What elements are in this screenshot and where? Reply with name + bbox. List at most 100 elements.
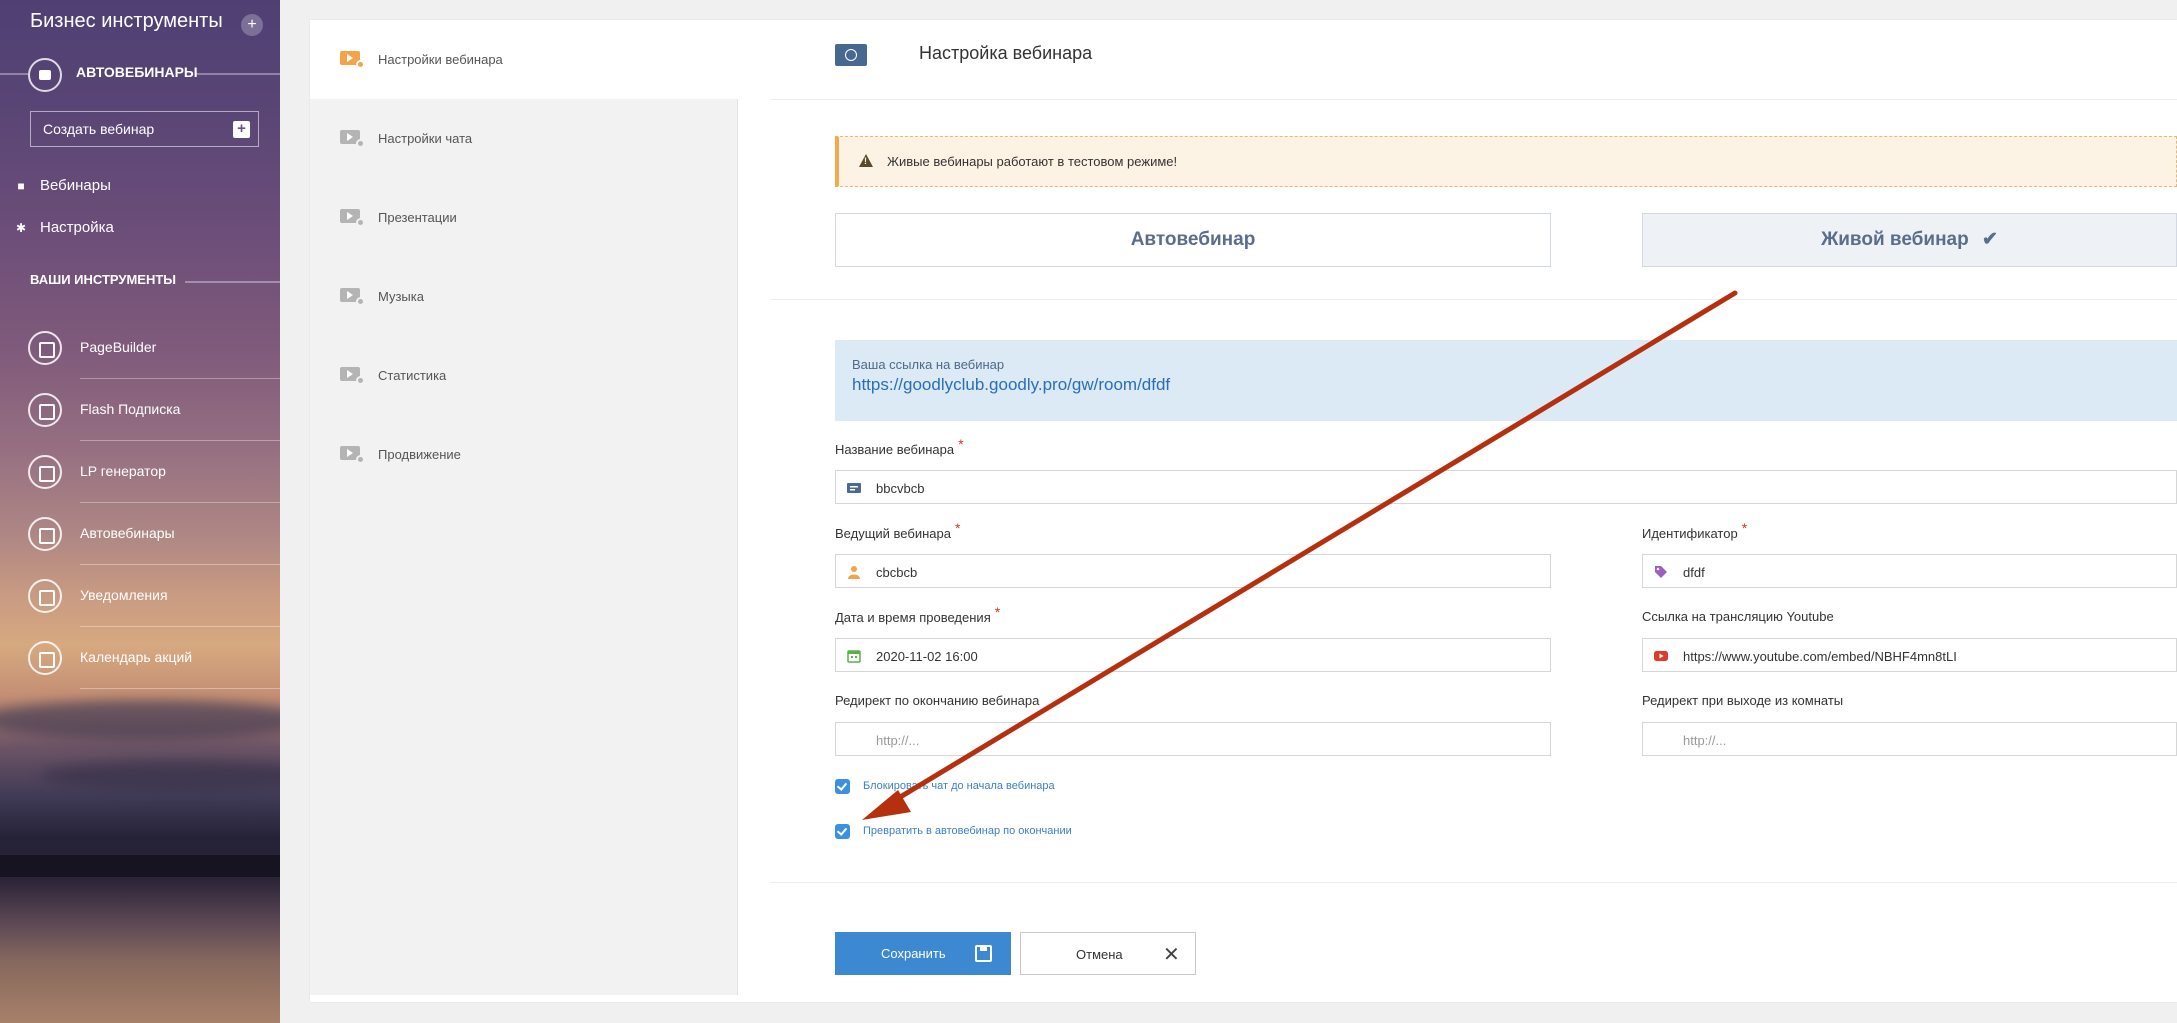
divider bbox=[770, 99, 2177, 100]
save-label: Сохранить bbox=[881, 946, 946, 961]
youtube-field[interactable]: https://www.youtube.com/embed/NBHF4mn8tL… bbox=[1642, 638, 2177, 672]
sidebar-background-cloud bbox=[0, 700, 280, 740]
tool-lp-generator[interactable]: LP генератор bbox=[28, 441, 280, 503]
datetime-field[interactable]: 2020-11-02 16:00 bbox=[835, 638, 1551, 672]
subnav-label: Статистика bbox=[378, 368, 447, 383]
test-mode-warning: Живые вебинары работают в тестовом режим… bbox=[835, 136, 2177, 187]
your-tools-heading: ВАШИ ИНСТРУМЕНТЫ bbox=[30, 272, 177, 287]
sidebar-item-webinars[interactable]: ■ Вебинары bbox=[14, 177, 111, 194]
tool-notifications[interactable]: Уведомления bbox=[28, 565, 280, 627]
subnav-label: Презентации bbox=[378, 210, 457, 225]
tool-label: Календарь акций bbox=[80, 649, 193, 665]
notifications-icon bbox=[28, 579, 62, 613]
webinar-link-url[interactable]: https://goodlyclub.goodly.pro/gw/room/df… bbox=[852, 375, 1170, 395]
main-panel: Настройки вебинара Настройки чата Презен… bbox=[310, 20, 2177, 1002]
redirect-end-placeholder: http://... bbox=[876, 733, 920, 748]
tool-label: PageBuilder bbox=[80, 339, 157, 355]
mode-autowebinar-label: Автовебинар bbox=[1130, 229, 1256, 250]
tool-label: Уведомления bbox=[80, 587, 168, 603]
mode-live-label: Живой вебинар bbox=[1821, 229, 1969, 250]
settings-subnav: Настройки вебинара Настройки чата Презен… bbox=[310, 20, 738, 995]
sidebar-section-label: АВТОВЕБИНАРЫ bbox=[76, 64, 198, 80]
calendar-icon bbox=[28, 641, 62, 675]
sidebar-background-cloud bbox=[40, 760, 280, 790]
subnav-label: Настройки чата bbox=[378, 131, 473, 146]
subnav-label: Настройки вебинара bbox=[378, 52, 503, 67]
warning-text: Живые вебинары работают в тестовом режим… bbox=[887, 154, 1178, 169]
host-label: Ведущий вебинара * bbox=[835, 520, 961, 541]
tool-flash-subscription[interactable]: Flash Подписка bbox=[28, 379, 280, 441]
close-icon: ✕ bbox=[1163, 944, 1180, 966]
tag-icon bbox=[1655, 566, 1667, 578]
video-settings-icon bbox=[340, 367, 365, 385]
datetime-value: 2020-11-02 16:00 bbox=[876, 649, 978, 664]
subnav-statistics[interactable]: Статистика bbox=[310, 336, 738, 415]
divider bbox=[770, 882, 2177, 883]
redirect-exit-placeholder: http://... bbox=[1683, 733, 1727, 748]
identifier-field[interactable]: dfdf bbox=[1642, 554, 2177, 588]
identifier-label: Идентификатор * bbox=[1642, 520, 1748, 541]
warning-icon bbox=[859, 154, 873, 167]
sidebar-item-label: Настройка bbox=[40, 219, 114, 236]
video-settings-icon bbox=[340, 51, 365, 69]
plus-icon: + bbox=[233, 121, 250, 138]
video-settings-icon bbox=[340, 288, 365, 306]
checkbox-checked-icon[interactable] bbox=[835, 824, 850, 839]
subnav-label: Продвижение bbox=[378, 447, 461, 462]
subnav-presentations[interactable]: Презентации bbox=[310, 178, 738, 257]
mode-autowebinar-button[interactable]: Автовебинар bbox=[835, 213, 1551, 267]
video-camera-icon: ■ bbox=[17, 179, 25, 193]
subnav-label: Музыка bbox=[378, 289, 424, 304]
block-chat-label: Блокировать чат до начала вебинара bbox=[863, 780, 1055, 792]
webinar-name-value: bbcvbcb bbox=[876, 481, 925, 496]
id-card-icon bbox=[847, 483, 861, 493]
video-settings-icon bbox=[340, 130, 365, 148]
sidebar-background-horizon bbox=[0, 855, 280, 877]
save-button[interactable]: Сохранить bbox=[835, 932, 1011, 975]
divider bbox=[770, 299, 2177, 300]
pagebuilder-icon bbox=[28, 331, 62, 365]
tool-label: Автовебинары bbox=[80, 525, 175, 541]
tool-pagebuilder[interactable]: PageBuilder bbox=[28, 317, 280, 379]
tool-label: Flash Подписка bbox=[80, 401, 181, 417]
redirect-end-field[interactable]: http://... bbox=[835, 722, 1551, 756]
redirect-exit-label: Редирект при выходе из комнаты bbox=[1642, 693, 1844, 708]
subnav-chat-settings[interactable]: Настройки чата bbox=[310, 99, 738, 178]
mode-live-webinar-button[interactable]: Живой вебинар ✔ bbox=[1642, 213, 2177, 267]
identifier-value: dfdf bbox=[1683, 565, 1705, 580]
webinar-settings-icon bbox=[835, 44, 867, 66]
youtube-value: https://www.youtube.com/embed/NBHF4mn8tL… bbox=[1683, 649, 1957, 664]
checkbox-checked-icon[interactable] bbox=[835, 779, 850, 794]
subnav-music[interactable]: Музыка bbox=[310, 257, 738, 336]
video-settings-icon bbox=[340, 209, 365, 227]
create-webinar-button[interactable]: Создать вебинар + bbox=[30, 111, 259, 147]
lp-generator-icon bbox=[28, 455, 62, 489]
convert-to-autowebinar-label: Превратить в автовебинар по окончании bbox=[863, 825, 1072, 837]
subnav-webinar-settings[interactable]: Настройки вебинара bbox=[310, 20, 738, 99]
webinar-name-label: Название вебинара * bbox=[835, 436, 964, 457]
user-icon bbox=[848, 566, 860, 579]
sidebar-title: Бизнес инструменты bbox=[30, 10, 223, 32]
sidebar-item-label: Вебинары bbox=[40, 177, 111, 194]
autowebinar-icon bbox=[28, 58, 62, 92]
host-value: cbcbcb bbox=[876, 565, 918, 580]
add-tool-button[interactable]: + bbox=[241, 14, 263, 36]
redirect-exit-field[interactable]: http://... bbox=[1642, 722, 2177, 756]
floppy-disk-icon bbox=[975, 945, 992, 962]
datetime-label: Дата и время проведения * bbox=[835, 604, 1001, 625]
page-title: Настройка вебинара bbox=[919, 43, 1093, 63]
gear-icon: ✱ bbox=[15, 221, 27, 235]
webinar-name-field[interactable]: bbcvbcb bbox=[835, 470, 2177, 504]
subnav-promotion[interactable]: Продвижение bbox=[310, 415, 738, 494]
tool-autowebinars[interactable]: Автовебинары bbox=[28, 503, 280, 565]
tool-label: LP генератор bbox=[80, 463, 166, 479]
youtube-icon bbox=[1654, 651, 1668, 661]
flash-subscription-icon bbox=[28, 393, 62, 427]
cancel-button[interactable]: Отмена ✕ bbox=[1020, 932, 1196, 975]
youtube-label: Ссылка на трансляцию Youtube bbox=[1642, 609, 1834, 624]
tool-promo-calendar[interactable]: Календарь акций bbox=[28, 627, 280, 689]
divider bbox=[185, 281, 280, 283]
host-field[interactable]: cbcbcb bbox=[835, 554, 1551, 588]
create-webinar-label: Создать вебинар bbox=[43, 121, 155, 137]
sidebar-item-settings[interactable]: ✱ Настройка bbox=[14, 219, 114, 236]
